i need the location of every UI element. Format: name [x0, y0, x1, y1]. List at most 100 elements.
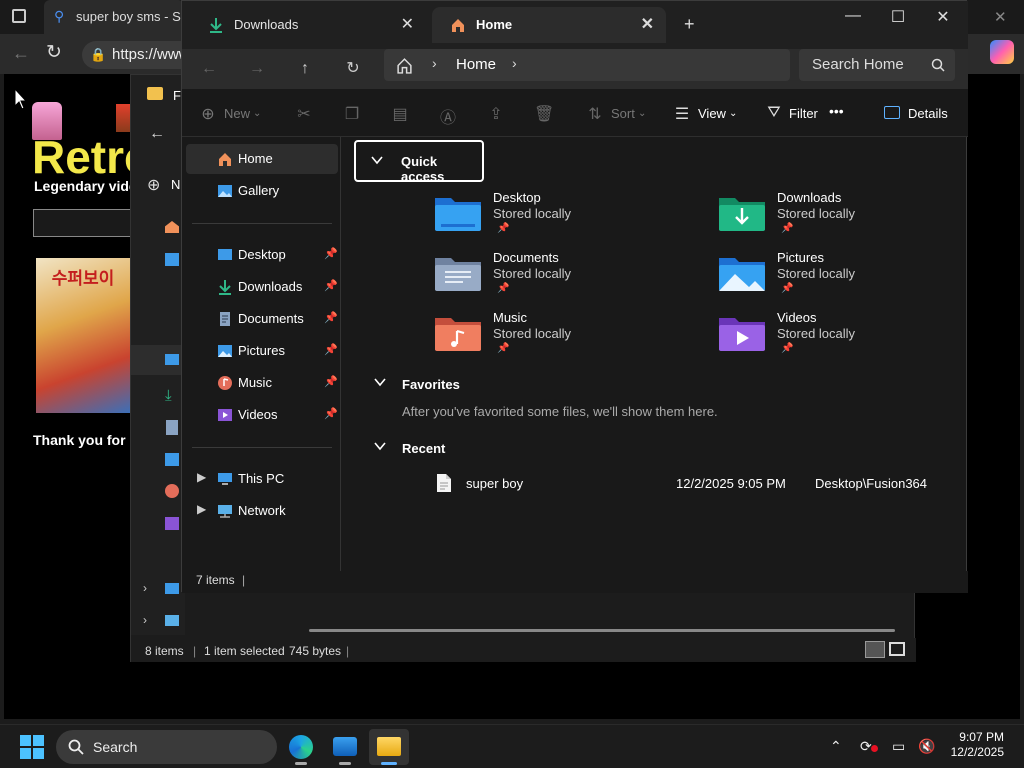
- new-tab-button[interactable]: +: [684, 14, 695, 35]
- delete-icon[interactable]: 🗑: [534, 104, 554, 123]
- file-explorer-window[interactable]: Downloads ✕ Home ✕ + — ☐ ✕ ← → ↑ ↻ › Hom…: [181, 0, 968, 593]
- maximize-button[interactable]: ☐: [875, 7, 921, 27]
- taskbar-search-box[interactable]: Search: [56, 730, 277, 764]
- retro-search-input[interactable]: [33, 209, 133, 237]
- edge-app-button[interactable]: [281, 729, 321, 765]
- details-view-icon[interactable]: [865, 641, 885, 658]
- forward-arrow-icon[interactable]: →: [242, 57, 272, 81]
- super-boy-cover-image[interactable]: 수퍼보이: [36, 258, 130, 413]
- back-arrow-icon[interactable]: ←: [12, 43, 30, 64]
- breadcrumb[interactable]: › Home ›: [384, 49, 790, 81]
- share-icon[interactable]: ⇪: [486, 104, 506, 123]
- network-icon: [218, 505, 232, 518]
- back-selected-row[interactable]: [131, 345, 185, 375]
- videos-icon[interactable]: [165, 517, 179, 530]
- expand-chevron-icon[interactable]: ›: [143, 613, 147, 627]
- folder-tile-music[interactable]: Music Stored locally 📌: [435, 310, 695, 368]
- pin-icon[interactable]: 📌: [324, 279, 338, 292]
- tab-home[interactable]: Home ✕: [432, 7, 666, 43]
- filter-icon[interactable]: ⛛: [764, 104, 784, 122]
- sidebar-item-this-pc[interactable]: ▶ This PC: [186, 464, 338, 494]
- folder-tile-pictures[interactable]: Pictures Stored locally 📌: [719, 250, 979, 308]
- view-icon[interactable]: ☰: [672, 104, 692, 123]
- sidebar-item-gallery[interactable]: Gallery: [186, 176, 338, 206]
- recent-header[interactable]: Recent: [373, 441, 573, 459]
- document-icon[interactable]: [166, 420, 178, 435]
- chevron-up-icon[interactable]: ⌃: [830, 738, 842, 755]
- close-tab-icon[interactable]: ✕: [641, 7, 654, 43]
- minimize-button[interactable]: —: [830, 7, 876, 27]
- close-button[interactable]: ✕: [920, 7, 966, 27]
- up-arrow-icon[interactable]: ↑: [290, 57, 320, 81]
- refresh-icon[interactable]: ↻: [46, 41, 62, 64]
- pin-icon[interactable]: 📌: [324, 375, 338, 388]
- sidebar-item-documents[interactable]: Documents 📌: [186, 304, 338, 334]
- this-pc-icon[interactable]: [165, 583, 179, 594]
- back-arrow-icon[interactable]: ←: [194, 57, 224, 81]
- tiles-view-icon[interactable]: [889, 642, 905, 656]
- details-button[interactable]: Details: [908, 106, 948, 121]
- browser-tab[interactable]: ⚲ super boy sms - Sea: [44, 0, 195, 34]
- pin-icon[interactable]: 📌: [324, 343, 338, 356]
- display-icon[interactable]: ▭: [892, 738, 905, 755]
- network-icon[interactable]: [165, 615, 179, 626]
- recent-file-row[interactable]: super boy 12/2/2025 9:05 PM Desktop\Fusi…: [434, 472, 964, 496]
- folder-tile-documents[interactable]: Documents Stored locally 📌: [435, 250, 695, 308]
- favorites-header[interactable]: Favorites: [373, 377, 573, 395]
- mute-icon[interactable]: 🔇: [918, 738, 935, 755]
- music-icon[interactable]: [165, 484, 179, 498]
- view-button[interactable]: View: [698, 106, 726, 121]
- sort-button[interactable]: Sort: [611, 106, 635, 121]
- download-icon[interactable]: ⤓: [165, 387, 172, 404]
- horizontal-scrollbar[interactable]: [309, 629, 895, 632]
- sidebar-item-home[interactable]: Home: [186, 144, 338, 174]
- cut-icon[interactable]: ✂: [294, 104, 314, 123]
- more-options-button[interactable]: •••: [829, 103, 844, 119]
- filter-button[interactable]: Filter: [789, 106, 818, 121]
- new-button[interactable]: New: [224, 106, 250, 121]
- plus-circle-icon[interactable]: ⊕: [198, 104, 218, 123]
- pictures-icon[interactable]: [165, 453, 179, 466]
- gallery-icon[interactable]: [165, 253, 179, 266]
- paste-icon[interactable]: ▤: [390, 104, 410, 123]
- sidebar-item-downloads[interactable]: Downloads 📌: [186, 272, 338, 302]
- folder-tile-videos[interactable]: Videos Stored locally 📌: [719, 310, 979, 368]
- browser-close-icon[interactable]: ✕: [994, 8, 1007, 26]
- sidebar-item-music[interactable]: Music 📌: [186, 368, 338, 398]
- chevron-right-icon[interactable]: ›: [512, 55, 517, 71]
- tab-downloads[interactable]: Downloads ✕: [190, 7, 426, 43]
- quick-access-header[interactable]: Quick access: [354, 140, 484, 184]
- details-pane-icon[interactable]: [884, 106, 900, 119]
- search-input[interactable]: Search Home: [799, 49, 955, 81]
- pin-icon[interactable]: 📌: [324, 311, 338, 324]
- back-arrow-icon[interactable]: ←: [149, 125, 165, 143]
- pin-icon[interactable]: 📌: [324, 407, 338, 420]
- start-icon[interactable]: [20, 735, 44, 759]
- pin-icon[interactable]: 📌: [324, 247, 338, 260]
- sidebar-item-desktop[interactable]: Desktop 📌: [186, 240, 338, 270]
- explorer-app-button[interactable]: [369, 729, 409, 765]
- folder-tile-downloads[interactable]: Downloads Stored locally 📌: [719, 190, 979, 248]
- sidebar-item-pictures[interactable]: Pictures 📌: [186, 336, 338, 366]
- sort-icon[interactable]: ⇅: [585, 104, 605, 123]
- home-icon[interactable]: [165, 221, 179, 233]
- taskbar-clock[interactable]: 9:07 PM 12/2/2025: [938, 730, 1004, 760]
- refresh-icon[interactable]: ↻: [338, 57, 368, 81]
- chevron-right-icon[interactable]: ›: [432, 55, 437, 71]
- chevron-right-icon[interactable]: ▶: [197, 470, 206, 484]
- rename-icon[interactable]: Ⓐ: [438, 104, 458, 127]
- tab-actions-icon[interactable]: [12, 9, 26, 23]
- copy-icon[interactable]: ❐: [342, 104, 362, 123]
- sidebar-item-videos[interactable]: Videos 📌: [186, 400, 338, 430]
- expand-chevron-icon[interactable]: ›: [143, 581, 147, 595]
- photos-app-button[interactable]: [325, 729, 365, 765]
- copilot-icon[interactable]: [990, 40, 1014, 64]
- chevron-right-icon[interactable]: ▶: [197, 502, 206, 516]
- folder-tile-desktop[interactable]: Desktop Stored locally 📌: [435, 190, 695, 248]
- sidebar-item-network[interactable]: ▶ Network: [186, 496, 338, 526]
- sync-icon[interactable]: ⟳: [860, 738, 872, 755]
- breadcrumb-location[interactable]: Home: [456, 56, 496, 73]
- close-tab-icon[interactable]: ✕: [401, 7, 414, 43]
- plus-circle-icon[interactable]: ⊕: [147, 175, 160, 195]
- retro-thanks-text: Thank you for us: [33, 432, 146, 448]
